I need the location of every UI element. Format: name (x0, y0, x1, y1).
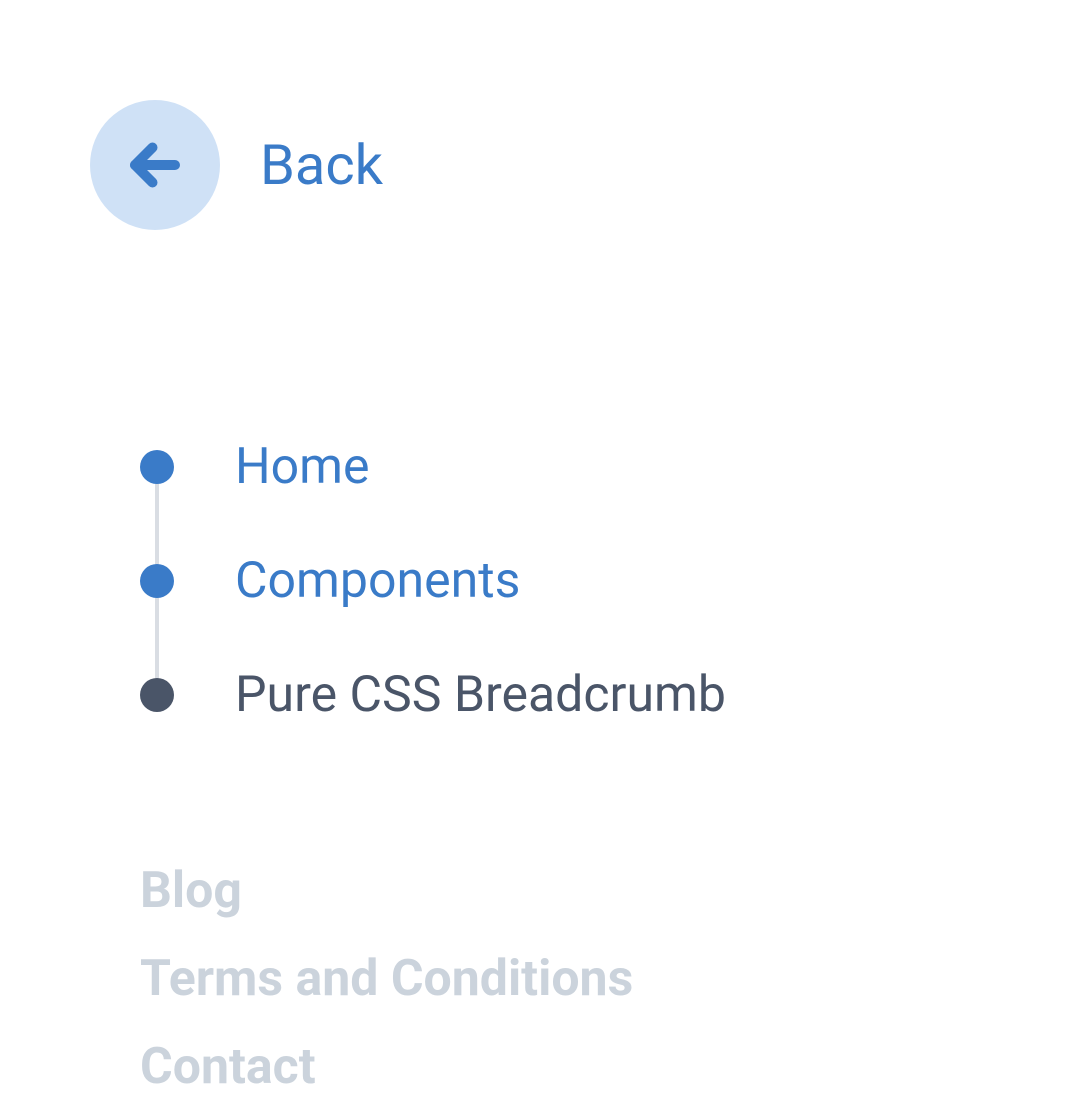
link-blog[interactable]: Blog (140, 862, 242, 920)
back-label[interactable]: Back (260, 132, 383, 198)
list-item: Contact (140, 1038, 990, 1096)
back-button[interactable] (90, 100, 220, 230)
breadcrumb-link[interactable]: Components (235, 552, 520, 610)
list-item: Blog (140, 862, 990, 920)
back-button-row: Back (90, 100, 990, 230)
breadcrumb-link[interactable]: Home (235, 438, 370, 496)
breadcrumb-item-components: Components (140, 524, 990, 638)
breadcrumb: Home Components Pure CSS Breadcrumb (140, 410, 990, 752)
breadcrumb-item-current: Pure CSS Breadcrumb (140, 638, 990, 752)
breadcrumb-dot-icon (140, 450, 174, 484)
breadcrumb-dot-icon (140, 564, 174, 598)
link-terms[interactable]: Terms and Conditions (140, 950, 633, 1008)
list-item: Terms and Conditions (140, 950, 990, 1008)
breadcrumb-current-label: Pure CSS Breadcrumb (235, 666, 726, 724)
arrow-left-icon (125, 135, 185, 195)
footer-links: Blog Terms and Conditions Contact (140, 862, 990, 1096)
link-contact[interactable]: Contact (140, 1038, 316, 1096)
breadcrumb-dot-icon (140, 678, 174, 712)
breadcrumb-item-home: Home (140, 410, 990, 524)
